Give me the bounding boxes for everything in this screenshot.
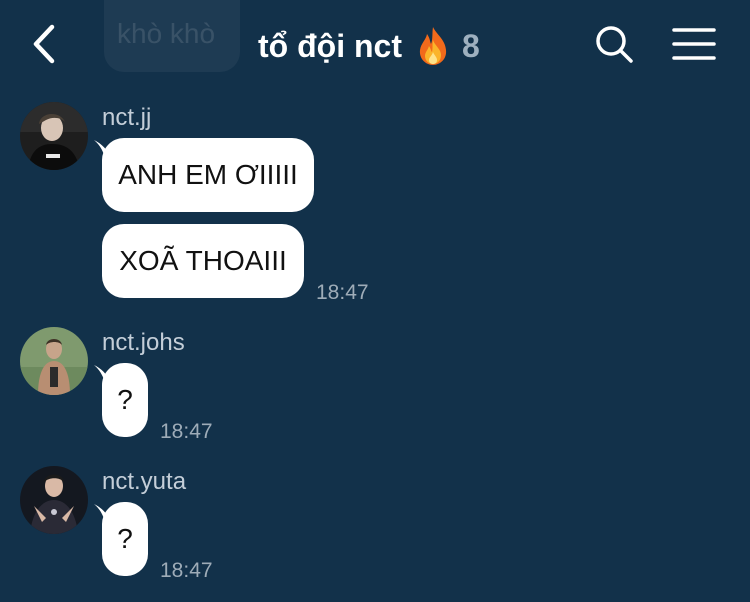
message-timestamp: 18:47 bbox=[160, 420, 213, 443]
hamburger-menu-icon bbox=[672, 28, 716, 60]
message-bubble[interactable]: ? bbox=[102, 363, 148, 437]
previous-message-text: khò khò bbox=[117, 18, 216, 49]
message-text: ? bbox=[117, 523, 133, 554]
chat-title-group[interactable]: tổ đội nct 8 bbox=[258, 24, 480, 68]
chevron-left-icon bbox=[33, 24, 55, 64]
chat-header: khò khò tổ đội nct 8 bbox=[0, 0, 750, 86]
message-bubble[interactable]: XOÃ THOAIII bbox=[102, 224, 304, 298]
avatar-image bbox=[20, 102, 88, 170]
message-bubble[interactable]: ? bbox=[102, 502, 148, 576]
avatar-nct-yuta[interactable] bbox=[20, 466, 88, 534]
message-timestamp: 18:47 bbox=[316, 281, 369, 304]
fire-emoji-icon bbox=[419, 27, 447, 65]
chat-title: tổ đội nct bbox=[258, 27, 402, 64]
member-count: 8 bbox=[461, 27, 480, 64]
search-button[interactable] bbox=[594, 24, 634, 64]
menu-button[interactable] bbox=[672, 26, 716, 62]
message-timestamp: 18:47 bbox=[160, 559, 213, 582]
avatar-image bbox=[20, 466, 88, 534]
chat-screen: khò khò tổ đội nct 8 nct.jj ANH EM ƠIIII… bbox=[0, 0, 750, 602]
message-text: ? bbox=[117, 384, 133, 415]
avatar-image bbox=[20, 327, 88, 395]
sender-name: nct.johs bbox=[102, 329, 185, 356]
search-icon bbox=[596, 26, 633, 63]
back-button[interactable] bbox=[24, 22, 64, 66]
sender-name: nct.jj bbox=[102, 104, 152, 131]
message-bubble[interactable]: ANH EM ƠIIIII bbox=[102, 138, 314, 212]
sender-name: nct.yuta bbox=[102, 468, 187, 495]
avatar-nct-johs[interactable] bbox=[20, 327, 88, 395]
avatar-nct-jj[interactable] bbox=[20, 102, 88, 170]
message-text: ANH EM ƠIIIII bbox=[118, 159, 298, 190]
message-text: XOÃ THOAIII bbox=[119, 245, 287, 276]
